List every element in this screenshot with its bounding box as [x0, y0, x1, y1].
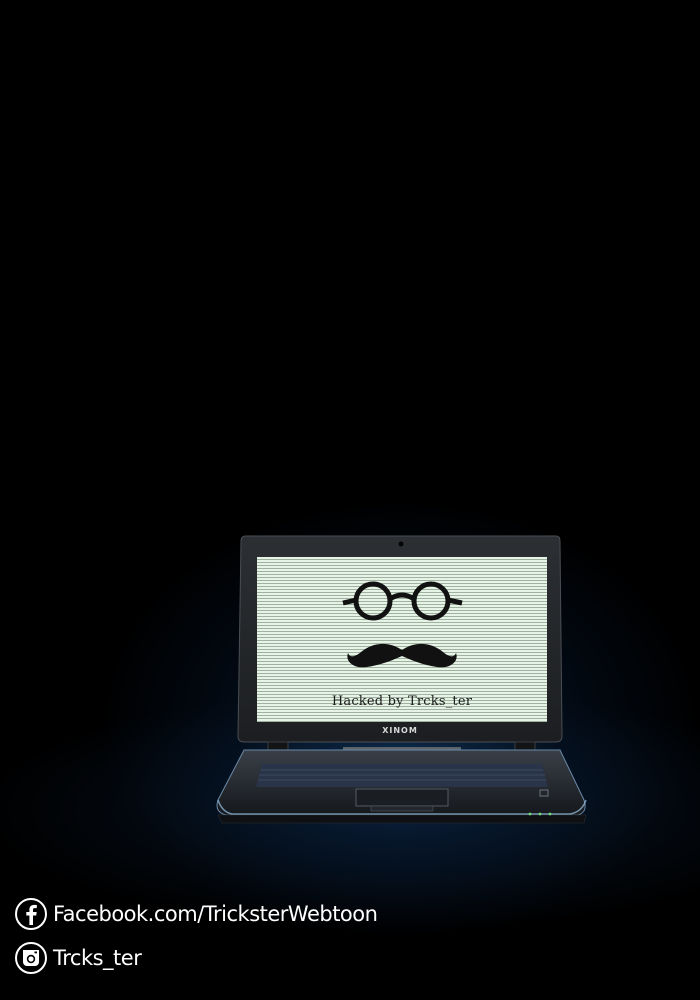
facebook-url: Facebook.com/TricksterWebtoon [53, 902, 378, 926]
hacked-message: Hacked by Trcks_ter [331, 694, 473, 709]
status-light [548, 812, 552, 816]
instagram-icon [15, 942, 47, 974]
laptop-brand-logo: XINOM [382, 726, 418, 735]
webcam [398, 541, 404, 547]
status-light [528, 812, 532, 816]
instagram-handle: Trcks_ter [53, 946, 142, 970]
laptop-screen: Hacked by Trcks_ter [257, 557, 547, 722]
touchpad [355, 788, 449, 807]
mustache-icon [347, 643, 457, 668]
laptop-illustration [216, 535, 587, 824]
status-light [538, 812, 542, 816]
facebook-link[interactable]: Facebook.com/TricksterWebtoon [15, 898, 378, 930]
keyboard [256, 764, 548, 787]
instagram-link[interactable]: Trcks_ter [15, 942, 142, 974]
facebook-icon [15, 898, 47, 930]
